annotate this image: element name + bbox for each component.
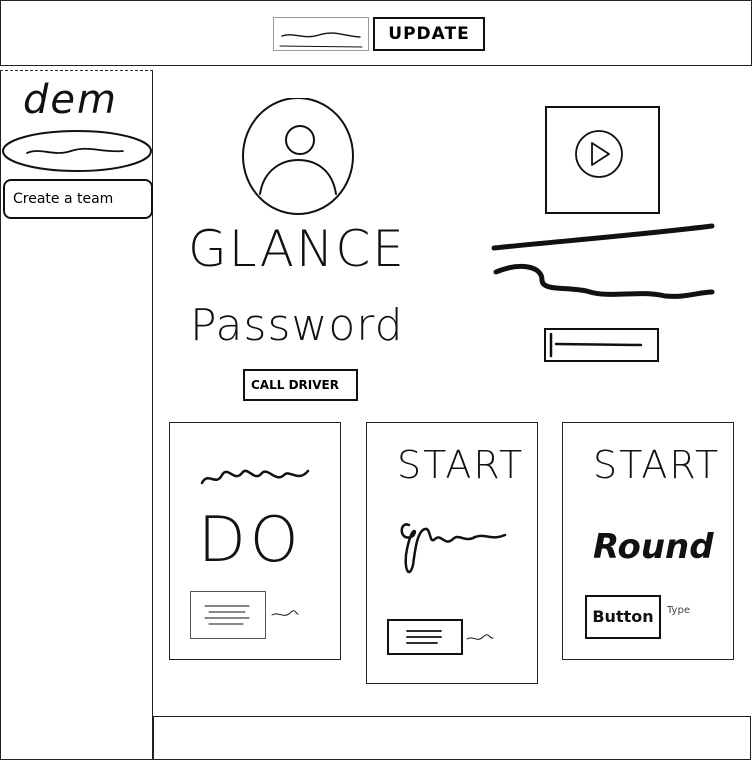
card-button[interactable]: Button [585, 595, 661, 639]
sidebar-search-scribble [2, 130, 152, 172]
profile-avatar [240, 97, 364, 218]
card-button[interactable] [190, 591, 266, 639]
sidebar-title: dem [23, 77, 118, 123]
call-driver-button[interactable]: CALL DRIVER [243, 369, 358, 401]
card-do: DO [169, 422, 341, 660]
card-heading: START [593, 443, 721, 487]
top-header: UPDATE [0, 0, 752, 66]
card-start-2: START Round Button Type [562, 422, 734, 660]
card-heading: START [397, 443, 525, 487]
card-button-scribble [204, 605, 250, 625]
card-start-1: START [366, 422, 538, 684]
card-caption-scribble [271, 610, 299, 616]
header-input-scribble [279, 32, 363, 48]
card-big-text: Round [593, 527, 714, 567]
user-avatar-icon [242, 97, 354, 215]
profile-name: GLANCE [188, 220, 406, 278]
video-player[interactable] [545, 106, 660, 214]
video-action-button[interactable] [544, 328, 659, 362]
play-icon [575, 130, 623, 178]
card-big-text: DO [198, 503, 303, 576]
create-team-button[interactable]: Create a team [3, 179, 153, 219]
description-scribble [491, 223, 715, 299]
header-search-input[interactable] [273, 17, 369, 51]
card-button-scribble [406, 630, 442, 644]
update-button[interactable]: UPDATE [373, 17, 485, 51]
sidebar: dem Create a team [0, 70, 153, 760]
card-caption: Type [667, 605, 690, 616]
card-body-scribble [400, 523, 507, 574]
video-description [490, 220, 715, 310]
password-label: Password [190, 300, 404, 351]
sidebar-search-input[interactable] [1, 129, 154, 173]
card-caption-scribble [466, 634, 494, 640]
footer-bar [153, 716, 751, 760]
card-heading-scribble [200, 469, 310, 485]
card-button[interactable] [387, 619, 463, 655]
action-button-scribble [549, 332, 643, 358]
